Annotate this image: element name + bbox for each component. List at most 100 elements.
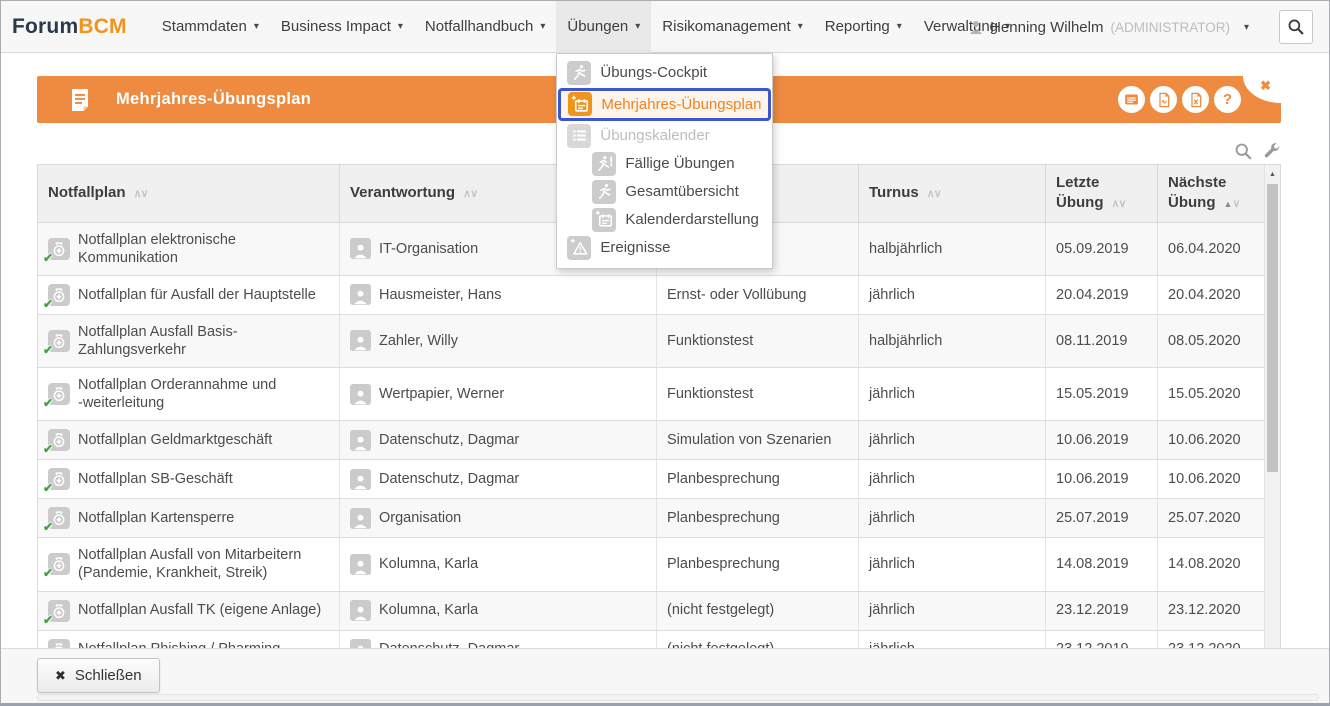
menu-item-ereignisse[interactable]: Ereignisse xyxy=(557,234,772,262)
person-icon xyxy=(350,508,371,529)
column-label: Turnus xyxy=(869,184,919,201)
plan-name: Notfallplan Ausfall TK (eigene Anlage) xyxy=(78,601,321,619)
pdf-export-icon[interactable] xyxy=(1150,86,1177,113)
menu-item-kalenderdarstellung[interactable]: Kalenderdarstellung xyxy=(557,206,772,234)
responsible-name: IT-Organisation xyxy=(379,240,478,258)
sort-indicator[interactable]: ∧∨ xyxy=(1111,198,1125,210)
person-icon xyxy=(350,238,371,259)
exercise-type: Ernst- oder Vollübung xyxy=(667,286,806,304)
help-icon[interactable]: ? xyxy=(1214,86,1241,113)
user-icon xyxy=(969,20,983,35)
last-exercise-date: 05.09.2019 xyxy=(1056,240,1129,258)
nav-item-risikomanagement[interactable]: Risikomanagement ▾ xyxy=(651,1,813,53)
calendar-plus-icon xyxy=(592,208,616,232)
person-icon xyxy=(350,554,371,575)
last-exercise-date: 10.06.2019 xyxy=(1056,470,1129,488)
person-icon xyxy=(350,284,371,305)
last-exercise-date: 23.12.2019 xyxy=(1056,601,1129,619)
table-search-icon[interactable] xyxy=(1234,142,1253,161)
next-exercise-date: 10.06.2020 xyxy=(1168,431,1241,449)
nav-item-notfallhandbuch[interactable]: Notfallhandbuch ▾ xyxy=(414,1,556,53)
uebungen-dropdown-menu: Übungs-Cockpit Mehrjahres-Übungsplan Übu… xyxy=(556,53,773,269)
scrollbar-thumb[interactable] xyxy=(1267,184,1278,472)
plan-name: Notfallplan Geldmarktgeschäft xyxy=(78,431,272,449)
table-row[interactable]: ✔Notfallplan SB-Geschäft Datenschutz, Da… xyxy=(38,460,1280,499)
sort-indicator-active[interactable]: ▲∨ xyxy=(1223,198,1239,210)
menu-item-label: Mehrjahres-Übungsplan xyxy=(601,96,761,113)
cycle: halbjährlich xyxy=(869,332,942,350)
table-row[interactable]: ✔Notfallplan Kartensperre Organisation P… xyxy=(38,499,1280,538)
nav-label: Stammdaten xyxy=(162,18,247,35)
nav-label: Risikomanagement xyxy=(662,18,790,35)
responsible-name: Hausmeister, Hans xyxy=(379,286,502,304)
next-exercise-date: 15.05.2020 xyxy=(1168,385,1241,403)
check-icon: ✔ xyxy=(43,251,53,266)
exercise-type: Planbesprechung xyxy=(667,470,780,488)
close-button[interactable]: ✖ Schließen xyxy=(37,658,160,693)
emergency-plan-icon: ✔ xyxy=(48,600,70,622)
cycle: jährlich xyxy=(869,509,915,527)
column-header-turnus[interactable]: Turnus ∧∨ xyxy=(859,165,1046,222)
column-label: Nächste Übung xyxy=(1168,174,1226,211)
table-row[interactable]: ✔Notfallplan Ausfall von Mitarbeitern (P… xyxy=(38,538,1280,591)
table-row[interactable]: ✔Notfallplan für Ausfall der Hauptstelle… xyxy=(38,276,1280,315)
page-title: Mehrjahres-Übungsplan xyxy=(116,90,311,109)
plan-name: Notfallplan SB-Geschäft xyxy=(78,470,233,488)
menu-item-gesamtuebersicht[interactable]: Gesamtübersicht xyxy=(557,178,772,206)
cycle: jährlich xyxy=(869,286,915,304)
emergency-plan-icon: ✔ xyxy=(48,429,70,451)
top-navigation-bar: ForumBCM Stammdaten ▾ Business Impact ▾ … xyxy=(1,1,1329,53)
exercise-type: Funktionstest xyxy=(667,385,753,403)
app-logo[interactable]: ForumBCM xyxy=(12,15,127,39)
table-row[interactable]: ✔Notfallplan Geldmarktgeschäft Datenschu… xyxy=(38,421,1280,460)
person-icon xyxy=(350,384,371,405)
sort-indicator[interactable]: ∧∨ xyxy=(927,188,941,200)
emergency-plan-icon: ✔ xyxy=(48,330,70,352)
main-menu: Stammdaten ▾ Business Impact ▾ Notfallha… xyxy=(151,1,1021,53)
table-row[interactable]: ✔Notfallplan Ausfall Basis- Zahlungsverk… xyxy=(38,315,1280,368)
plan-name: Notfallplan Kartensperre xyxy=(78,509,234,527)
last-exercise-date: 20.04.2019 xyxy=(1056,286,1129,304)
user-menu[interactable]: Henning Wilhelm (ADMINISTRATOR) ▾ xyxy=(969,1,1249,53)
table-row[interactable]: ✔Notfallplan Orderannahme und -weiterlei… xyxy=(38,368,1280,421)
exercise-type: Simulation von Szenarien xyxy=(667,431,831,449)
nav-item-business-impact[interactable]: Business Impact ▾ xyxy=(270,1,414,53)
horizontal-scrollbar-track[interactable] xyxy=(37,694,1319,701)
menu-item-label: Übungs-Cockpit xyxy=(600,64,707,81)
exercise-due-icon xyxy=(592,152,616,176)
sort-indicator[interactable]: ∧∨ xyxy=(134,188,148,200)
column-header-letzte-uebung[interactable]: Letzte Übung∧∨ xyxy=(1046,165,1158,222)
excel-export-icon[interactable] xyxy=(1182,86,1209,113)
column-header-naechste-uebung[interactable]: Nächste Übung▲∨ xyxy=(1158,165,1280,222)
menu-item-faellige-uebungen[interactable]: Fällige Übungen xyxy=(557,150,772,178)
menu-item-uebungs-cockpit[interactable]: Übungs-Cockpit xyxy=(557,59,772,87)
check-icon: ✔ xyxy=(43,520,53,535)
vertical-scrollbar[interactable]: ▲ ▼ xyxy=(1264,165,1280,670)
last-exercise-date: 08.11.2019 xyxy=(1056,332,1128,350)
nav-item-stammdaten[interactable]: Stammdaten ▾ xyxy=(151,1,270,53)
table-row[interactable]: ✔Notfallplan Ausfall TK (eigene Anlage) … xyxy=(38,592,1280,631)
responsible-name: Organisation xyxy=(379,509,461,527)
scroll-up-arrow-icon[interactable]: ▲ xyxy=(1265,167,1280,182)
nav-item-reporting[interactable]: Reporting ▾ xyxy=(814,1,913,53)
sort-indicator[interactable]: ∧∨ xyxy=(463,188,477,200)
column-header-notfallplan[interactable]: Notfallplan∧∨ xyxy=(38,165,340,222)
next-exercise-date: 25.07.2020 xyxy=(1168,509,1241,527)
global-search-button[interactable] xyxy=(1279,10,1313,44)
table-settings-wrench-icon[interactable] xyxy=(1262,142,1281,161)
next-exercise-date: 23.12.2020 xyxy=(1168,601,1241,619)
menu-item-label: Gesamtübersicht xyxy=(625,183,738,200)
panel-close-button[interactable]: ✖ xyxy=(1243,76,1281,103)
cycle: jährlich xyxy=(869,601,915,619)
responsible-name: Wertpapier, Werner xyxy=(379,385,504,403)
plan-name: Notfallplan elektronische Kommunikation xyxy=(78,231,236,267)
user-role: (ADMINISTRATOR) xyxy=(1110,20,1230,35)
chevron-down-icon: ▾ xyxy=(398,21,403,32)
card-list-icon[interactable] xyxy=(1118,86,1145,113)
menu-item-label: Kalenderdarstellung xyxy=(625,211,758,228)
check-icon: ✔ xyxy=(43,566,53,581)
nav-item-uebungen[interactable]: Übungen ▾ Übungs-Cockpit Mehrjahr xyxy=(556,1,651,53)
next-exercise-date: 20.04.2020 xyxy=(1168,286,1241,304)
menu-item-mehrjahres-uebungsplan[interactable]: Mehrjahres-Übungsplan xyxy=(558,88,771,121)
check-icon: ✔ xyxy=(43,297,53,312)
